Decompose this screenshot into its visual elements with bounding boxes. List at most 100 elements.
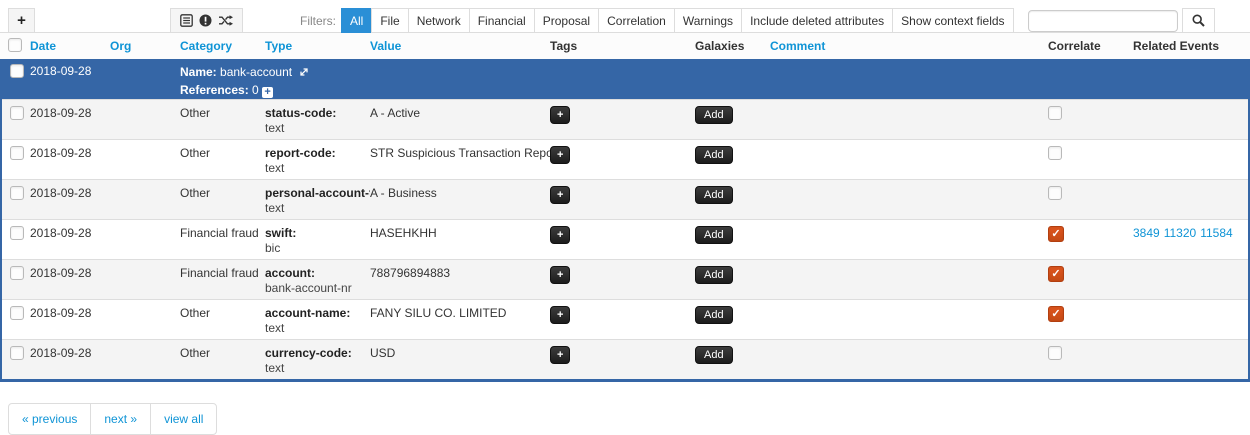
- search-button[interactable]: [1182, 8, 1215, 33]
- filter-tab-financial[interactable]: Financial: [469, 8, 535, 33]
- attr-category: Other: [180, 106, 265, 120]
- attr-value: STR Suspicious Transaction Report: [370, 146, 550, 160]
- row-checkbox[interactable]: [10, 306, 24, 320]
- add-tag-button[interactable]: +: [550, 306, 570, 324]
- table-header: Date Org Category Type Value Tags Galaxi…: [0, 33, 1250, 59]
- object-name: bank-account: [220, 65, 292, 79]
- add-galaxy-button[interactable]: Add: [695, 186, 733, 204]
- attribute-toolbar: + Filters:: [0, 0, 1250, 33]
- header-galaxies: Galaxies: [695, 39, 770, 53]
- header-type[interactable]: Type: [265, 39, 370, 53]
- add-galaxy-button[interactable]: Add: [695, 106, 733, 124]
- row-checkbox[interactable]: [10, 106, 24, 120]
- attr-value: USD: [370, 346, 550, 360]
- correlate-checkbox[interactable]: [1048, 106, 1062, 120]
- add-attribute-button[interactable]: +: [8, 8, 35, 33]
- attr-category: Financial fraud: [180, 226, 265, 240]
- pagination: « previous next » view all: [8, 403, 217, 435]
- correlate-checkbox[interactable]: [1048, 226, 1064, 242]
- correlate-checkbox[interactable]: [1048, 146, 1062, 160]
- header-comment[interactable]: Comment: [770, 39, 1048, 53]
- attr-type: report-code:: [265, 146, 370, 160]
- attr-subtype: bank-account-nr: [265, 280, 370, 296]
- filter-tab-network[interactable]: Network: [408, 8, 470, 33]
- toolbar-icon-group: [170, 8, 243, 33]
- correlate-checkbox[interactable]: [1048, 306, 1064, 322]
- attr-type: personal-account-type:: [265, 186, 370, 200]
- filter-tab-proposal[interactable]: Proposal: [534, 8, 599, 33]
- related-event-link[interactable]: 11320: [1164, 226, 1196, 240]
- filter-tab-warnings[interactable]: Warnings: [674, 8, 742, 33]
- table-row: 2018-09-28 Other status-code:text A - Ac…: [2, 99, 1248, 139]
- related-event-link[interactable]: 3849: [1133, 226, 1160, 240]
- add-tag-button[interactable]: +: [550, 266, 570, 284]
- add-galaxy-button[interactable]: Add: [695, 266, 733, 284]
- table-row: 2018-09-28 Financial fraud account:bank-…: [2, 259, 1248, 299]
- add-galaxy-button[interactable]: Add: [695, 306, 733, 324]
- object-checkbox[interactable]: [10, 64, 24, 78]
- pagination-next[interactable]: next »: [90, 403, 151, 435]
- object-name-label: Name:: [180, 65, 217, 79]
- header-category[interactable]: Category: [180, 39, 265, 53]
- attr-date: 2018-09-28: [30, 106, 110, 120]
- correlate-checkbox[interactable]: [1048, 266, 1064, 282]
- correlate-checkbox[interactable]: [1048, 186, 1062, 200]
- table-row: 2018-09-28 Other report-code:text STR Su…: [2, 139, 1248, 179]
- add-galaxy-button[interactable]: Add: [695, 346, 733, 364]
- header-org[interactable]: Org: [110, 39, 180, 53]
- filter-tab-show-context[interactable]: Show context fields: [892, 8, 1013, 33]
- attr-value: HASEHKHH: [370, 226, 550, 240]
- attr-subtype: text: [265, 120, 370, 136]
- add-tag-button[interactable]: +: [550, 346, 570, 364]
- select-all-checkbox[interactable]: [8, 38, 22, 52]
- attr-date: 2018-09-28: [30, 146, 110, 160]
- add-tag-button[interactable]: +: [550, 146, 570, 164]
- attr-type: currency-code:: [265, 346, 370, 360]
- attr-category: Other: [180, 186, 265, 200]
- add-tag-button[interactable]: +: [550, 106, 570, 124]
- attr-category: Other: [180, 306, 265, 320]
- pagination-view-all[interactable]: view all: [150, 403, 217, 435]
- add-tag-button[interactable]: +: [550, 226, 570, 244]
- header-date[interactable]: Date: [30, 39, 110, 53]
- object-date: 2018-09-28: [30, 64, 110, 78]
- filter-tab-correlation[interactable]: Correlation: [598, 8, 675, 33]
- references-label: References:: [180, 83, 249, 97]
- row-checkbox[interactable]: [10, 346, 24, 360]
- header-value[interactable]: Value: [370, 39, 550, 53]
- attr-date: 2018-09-28: [30, 186, 110, 200]
- add-reference-icon[interactable]: +: [262, 87, 273, 98]
- add-galaxy-button[interactable]: Add: [695, 226, 733, 244]
- attr-subtype: text: [265, 360, 370, 376]
- row-checkbox[interactable]: [10, 226, 24, 240]
- filter-tab-file[interactable]: File: [371, 8, 408, 33]
- shuffle-icon[interactable]: [218, 14, 233, 27]
- object-header-row: 2018-09-28 Name: bank-account References…: [2, 59, 1248, 99]
- row-checkbox[interactable]: [10, 186, 24, 200]
- object-block: 2018-09-28 Name: bank-account References…: [0, 59, 1250, 382]
- attr-date: 2018-09-28: [30, 226, 110, 240]
- attr-subtype: text: [265, 320, 370, 336]
- exclamation-circle-icon[interactable]: [199, 14, 212, 27]
- filter-tab-include-deleted[interactable]: Include deleted attributes: [741, 8, 893, 33]
- add-galaxy-button[interactable]: Add: [695, 146, 733, 164]
- expand-object-icon[interactable]: [298, 67, 310, 81]
- correlate-checkbox[interactable]: [1048, 346, 1062, 360]
- attr-subtype: text: [265, 160, 370, 176]
- add-tag-button[interactable]: +: [550, 186, 570, 204]
- search-input[interactable]: [1028, 10, 1178, 32]
- row-checkbox[interactable]: [10, 146, 24, 160]
- filters-bar: Filters: All File Network Financial Prop…: [300, 8, 1215, 33]
- table-row: 2018-09-28 Other account-name:text FANY …: [2, 299, 1248, 339]
- filter-tab-all[interactable]: All: [341, 8, 372, 33]
- table-row: 2018-09-28 Other currency-code:text USD …: [2, 339, 1248, 379]
- pagination-previous[interactable]: « previous: [8, 403, 91, 435]
- related-event-link[interactable]: 11584: [1200, 226, 1232, 240]
- table-row: 2018-09-28 Financial fraud swift:bic HAS…: [2, 219, 1248, 259]
- attr-value: A - Active: [370, 106, 550, 120]
- row-checkbox[interactable]: [10, 266, 24, 280]
- list-alt-icon[interactable]: [180, 14, 193, 27]
- search-icon: [1192, 14, 1205, 27]
- attr-value: 788796894883: [370, 266, 550, 280]
- related-events-cell: 3849 11320 11584: [1133, 226, 1248, 240]
